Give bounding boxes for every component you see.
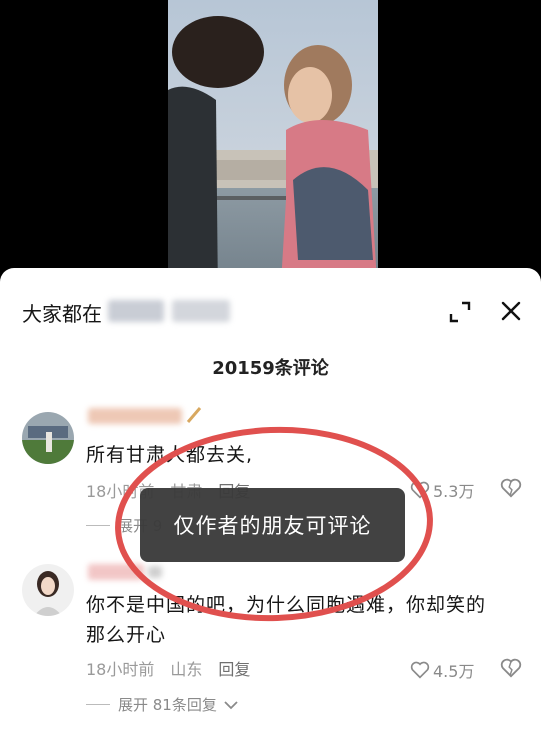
avatar[interactable] xyxy=(22,412,74,464)
expand-replies[interactable]: 展开 81条回复 xyxy=(86,694,239,715)
comment-time: 18小时前 xyxy=(86,660,155,679)
video-scene-image xyxy=(168,0,378,300)
comment-location: 山东 xyxy=(170,660,203,679)
blurred-title-text-2 xyxy=(172,300,230,322)
dislike-button[interactable] xyxy=(500,478,522,502)
video-frame xyxy=(168,0,378,300)
video-player[interactable] xyxy=(0,0,541,300)
sheet-header: 大家都在 xyxy=(22,292,521,332)
chevron-down-icon xyxy=(224,700,238,709)
comment-count: 20159条评论 xyxy=(212,358,329,379)
like-count: 4.5万 xyxy=(433,662,475,681)
comment-meta: 18小时前 山东 回复 xyxy=(86,656,266,680)
comment-text-line: 那么开心 xyxy=(86,624,167,646)
reply-button[interactable]: 回复 xyxy=(218,660,250,679)
broken-heart-icon xyxy=(500,658,522,678)
comment-text-line: 你不是中国的吧，为什么同胞遇难，你却笑的 xyxy=(86,594,487,616)
expand-icon[interactable] xyxy=(448,300,472,324)
heart-icon xyxy=(410,481,430,499)
like-button[interactable]: 5.3万 xyxy=(410,478,474,502)
username-edit-icon xyxy=(184,404,206,430)
blurred-username xyxy=(88,408,182,424)
blurred-username-2 xyxy=(148,566,162,578)
avatar[interactable] xyxy=(22,564,74,616)
comment-text: 所有甘肃人都去关, xyxy=(86,444,254,466)
close-icon[interactable] xyxy=(498,298,524,324)
dislike-button[interactable] xyxy=(500,658,522,682)
expand-replies-label: 展开 81条回复 xyxy=(118,696,217,714)
like-button[interactable]: 4.5万 xyxy=(410,658,474,682)
toast-message: 仅作者的朋友可评论 xyxy=(140,488,405,562)
blurred-username xyxy=(88,564,144,580)
sheet-header-title: 大家都在 xyxy=(22,302,102,326)
heart-icon xyxy=(410,661,430,679)
like-count: 5.3万 xyxy=(433,482,475,501)
broken-heart-icon xyxy=(500,478,522,498)
divider xyxy=(86,704,110,705)
divider xyxy=(86,525,110,526)
blurred-title-text xyxy=(108,300,164,322)
